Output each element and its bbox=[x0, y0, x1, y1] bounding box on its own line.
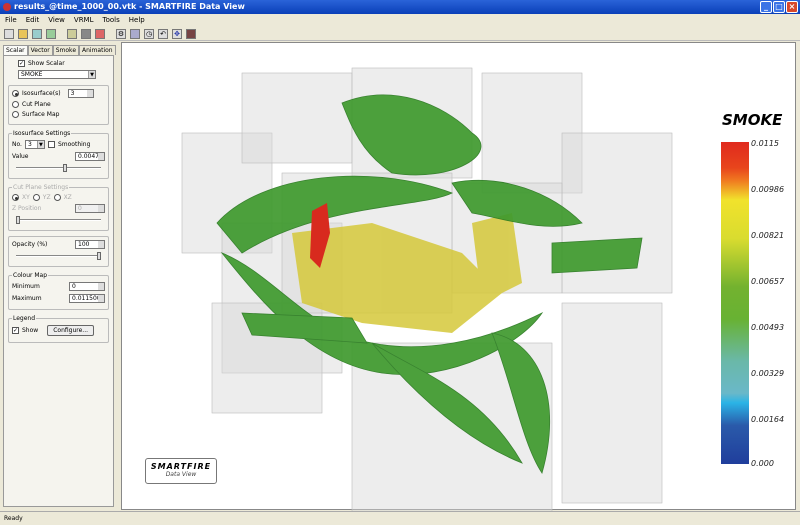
maximum-value: 0.011500 bbox=[72, 295, 101, 302]
control-panel: Scalar Vector Smoke Animation ✓ Show Scal… bbox=[0, 42, 117, 510]
smoothing-label: Smoothing bbox=[57, 141, 91, 148]
menu-vrml[interactable]: VRML bbox=[74, 14, 94, 27]
iso-no-value: 3 bbox=[27, 141, 32, 148]
menu-view[interactable]: View bbox=[48, 14, 65, 27]
maximum-input[interactable]: 0.011500 bbox=[69, 294, 105, 303]
opacity-label: Opacity (%) bbox=[12, 241, 48, 248]
show-scalar-checkbox[interactable]: ✓ bbox=[18, 60, 25, 67]
minimize-button[interactable]: _ bbox=[760, 1, 772, 13]
variable-select[interactable]: SMOKE ▼ bbox=[18, 70, 96, 79]
maximum-label: Maximum bbox=[12, 295, 42, 302]
minimum-value: 0 bbox=[72, 283, 76, 290]
z-position-slider[interactable] bbox=[16, 216, 101, 224]
z-position-input[interactable]: 0 bbox=[75, 204, 105, 213]
minimum-input[interactable]: 0 bbox=[69, 282, 105, 291]
status-bar: Ready bbox=[0, 511, 800, 525]
smoothing-checkbox[interactable] bbox=[47, 141, 55, 148]
surface-map-label: Surface Map bbox=[22, 111, 60, 118]
colorbar-title: SMOKE bbox=[722, 111, 783, 129]
show-scalar-label: Show Scalar bbox=[28, 60, 65, 67]
snapshot-icon[interactable] bbox=[186, 28, 196, 39]
toolbar: ⚙ ◷ ↶ ✥ bbox=[0, 27, 800, 41]
opacity-input[interactable]: 100 bbox=[75, 240, 105, 249]
colorbar-label: 0.00986 bbox=[751, 185, 785, 194]
show-legend-label: Show bbox=[22, 327, 39, 334]
iso-no-label: No. bbox=[12, 141, 22, 148]
settings-icon[interactable]: ⚙ bbox=[116, 28, 126, 39]
app-icon bbox=[3, 3, 11, 11]
xy-radio[interactable] bbox=[12, 194, 19, 201]
iso-count-input[interactable]: 3 bbox=[67, 89, 94, 98]
logo-line2: Data View bbox=[165, 471, 197, 478]
tab-smoke[interactable]: Smoke bbox=[52, 45, 80, 55]
logo-line1: SMARTFIRE bbox=[150, 462, 212, 471]
colorbar-gradient bbox=[721, 142, 749, 464]
tab-vector[interactable]: Vector bbox=[27, 45, 53, 55]
iso-value: 0.0047 bbox=[78, 153, 99, 160]
opacity-slider[interactable] bbox=[16, 252, 101, 260]
yz-radio[interactable] bbox=[32, 194, 40, 201]
clock-icon[interactable]: ◷ bbox=[144, 28, 154, 39]
3d-viewport[interactable] bbox=[121, 42, 796, 514]
colour-map-legend: Colour Map bbox=[13, 272, 48, 279]
yz-label: YZ bbox=[42, 194, 51, 201]
smoke-isosurface-render bbox=[181, 67, 673, 514]
z-position-label: Z Position bbox=[12, 205, 42, 212]
legend-group-legend: Legend bbox=[13, 315, 36, 322]
colorbar-label: 0.0115 bbox=[751, 139, 779, 148]
isosurface-radio[interactable] bbox=[12, 90, 19, 97]
opacity-value: 100 bbox=[78, 241, 90, 248]
cut-plane-settings-legend: Cut Plane Settings bbox=[13, 184, 69, 191]
colorbar-label: 0.00821 bbox=[751, 231, 785, 240]
title-bar: results_@time_1000_00.vtk - SMARTFIRE Da… bbox=[0, 0, 800, 14]
colorbar-label: 0.00329 bbox=[751, 369, 785, 378]
undo-icon[interactable]: ↶ bbox=[158, 28, 168, 39]
move-icon[interactable]: ✥ bbox=[172, 28, 182, 39]
cut-plane-label: Cut Plane bbox=[22, 101, 51, 108]
colorbar-label: 0.00164 bbox=[751, 415, 785, 424]
menu-help[interactable]: Help bbox=[129, 14, 145, 27]
copy-icon[interactable] bbox=[67, 28, 77, 39]
menu-tools[interactable]: Tools bbox=[103, 14, 120, 27]
z-position-value: 0 bbox=[78, 205, 82, 212]
chevron-down-icon: ▼ bbox=[88, 71, 95, 78]
xz-radio[interactable] bbox=[53, 194, 61, 201]
render-icon[interactable] bbox=[95, 28, 105, 39]
print-icon[interactable] bbox=[81, 28, 91, 39]
colorbar-label: 0.00657 bbox=[751, 277, 785, 286]
menu-bar: File Edit View VRML Tools Help bbox=[0, 14, 800, 27]
export-icon[interactable] bbox=[46, 28, 56, 39]
isosurface-label: Isosurface(s) bbox=[22, 90, 61, 97]
close-button[interactable]: × bbox=[786, 1, 798, 13]
iso-no-select[interactable]: 3 ▼ bbox=[24, 140, 45, 149]
import-icon[interactable] bbox=[32, 28, 42, 39]
iso-value-input[interactable]: 0.0047 bbox=[75, 152, 105, 161]
iso-value-label: Value bbox=[12, 153, 29, 160]
smartfire-logo: SMARTFIRE Data View bbox=[145, 458, 217, 484]
window-title: results_@time_1000_00.vtk - SMARTFIRE Da… bbox=[14, 2, 245, 11]
status-text: Ready bbox=[4, 515, 23, 522]
iso-count-value: 3 bbox=[70, 90, 75, 97]
colorbar-label: 0.00493 bbox=[751, 323, 785, 332]
xy-label: XY bbox=[22, 194, 30, 201]
iso-value-slider[interactable] bbox=[16, 164, 101, 172]
surface-map-radio[interactable] bbox=[12, 111, 19, 118]
menu-file[interactable]: File bbox=[5, 14, 17, 27]
open-folder-icon[interactable] bbox=[18, 28, 28, 39]
variable-value: SMOKE bbox=[21, 71, 43, 78]
grid-icon[interactable] bbox=[130, 28, 140, 39]
cut-plane-radio[interactable] bbox=[12, 101, 19, 108]
menu-edit[interactable]: Edit bbox=[26, 14, 40, 27]
maximize-button[interactable]: □ bbox=[773, 1, 785, 13]
configure-button[interactable]: Configure... bbox=[47, 325, 95, 336]
isosurface-settings-legend: Isosurface Settings bbox=[13, 130, 71, 137]
tab-animation[interactable]: Animation bbox=[79, 45, 116, 55]
show-legend-checkbox[interactable]: ✓ bbox=[12, 327, 19, 334]
tab-scalar[interactable]: Scalar bbox=[3, 45, 28, 55]
new-file-icon[interactable] bbox=[4, 28, 14, 39]
xz-label: XZ bbox=[63, 194, 72, 201]
colorbar-label: 0.000 bbox=[751, 459, 774, 468]
minimum-label: Minimum bbox=[12, 283, 40, 290]
